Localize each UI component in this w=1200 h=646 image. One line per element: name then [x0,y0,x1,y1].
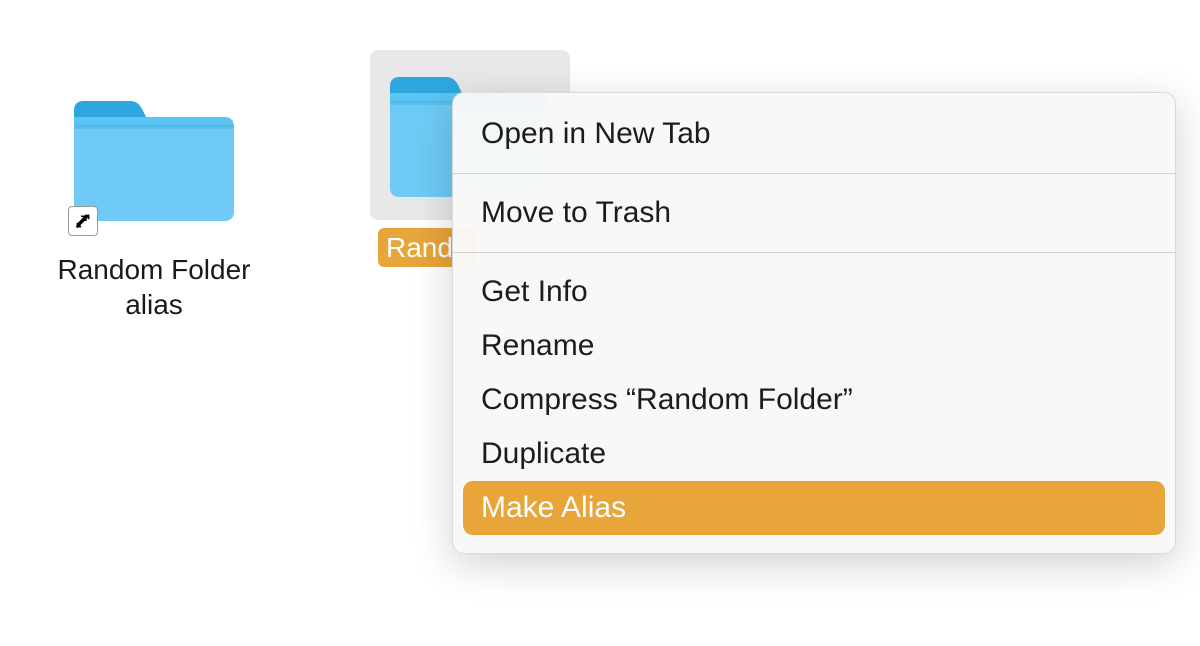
menu-move-to-trash[interactable]: Move to Trash [453,186,1175,240]
desktop-area[interactable]: Random Folder alias Rando Open in New Ta… [0,0,1200,646]
menu-duplicate[interactable]: Duplicate [453,427,1175,481]
alias-folder-icon-box[interactable] [54,74,254,244]
menu-divider [453,173,1175,174]
menu-divider [453,252,1175,253]
menu-make-alias[interactable]: Make Alias [463,481,1165,535]
menu-open-new-tab[interactable]: Open in New Tab [453,107,1175,161]
alias-folder-label[interactable]: Random Folder alias [44,252,264,322]
menu-rename[interactable]: Rename [453,319,1175,373]
context-menu: Open in New Tab Move to Trash Get Info R… [452,92,1176,554]
menu-compress[interactable]: Compress “Random Folder” [453,373,1175,427]
alias-folder-item[interactable]: Random Folder alias [44,74,264,322]
menu-get-info[interactable]: Get Info [453,265,1175,319]
alias-badge-icon [68,206,98,236]
